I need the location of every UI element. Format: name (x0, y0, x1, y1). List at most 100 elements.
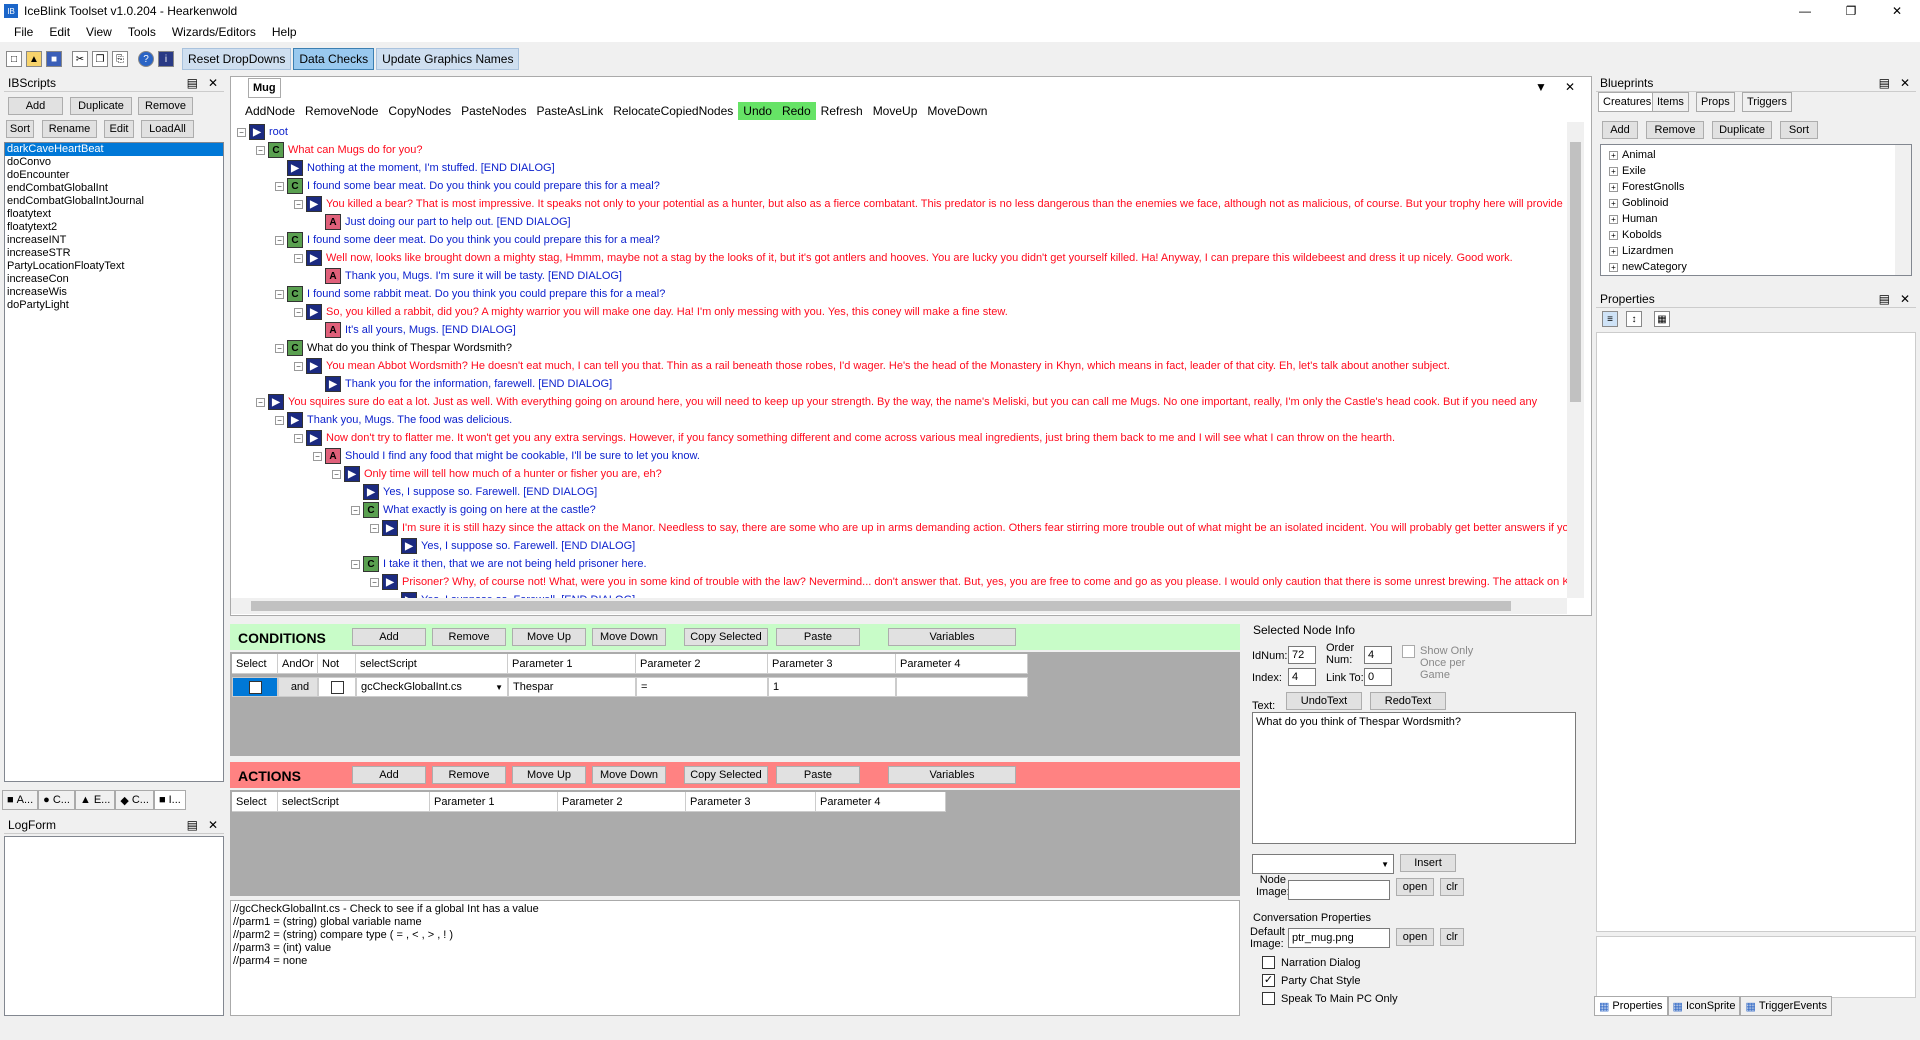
collapse-icon[interactable]: − (256, 397, 265, 407)
tree-node[interactable]: − ▶ So, you killed a rabbit, did you? A mi… (294, 303, 1008, 321)
script-duplicate-button[interactable]: Duplicate (70, 97, 132, 115)
script-add-button[interactable]: Add (8, 97, 63, 115)
close-icon[interactable]: ✕ (208, 818, 218, 832)
expand-icon[interactable]: + (1609, 215, 1618, 224)
tree-node[interactable]: − A Should I find any food that might be c… (313, 447, 700, 465)
default-image-open-button[interactable]: open (1396, 928, 1434, 946)
tree-node[interactable]: − ▶ You killed a bear? That is most impres… (294, 195, 1563, 213)
maximize-button[interactable]: ❐ (1828, 4, 1874, 18)
tree-node[interactable]: ▶ Nothing at the moment, I'm stuffed. [EN… (275, 159, 555, 177)
list-item[interactable]: floatytext2 (5, 221, 223, 234)
list-item[interactable]: increaseWis (5, 286, 223, 299)
cond-moveup-button[interactable]: Move Up (512, 628, 586, 646)
cond-row-andor[interactable]: and (278, 677, 318, 697)
blueprint-category[interactable]: + Lizardmen (1601, 243, 1911, 259)
collapse-icon[interactable]: − (275, 415, 284, 425)
menu-file[interactable]: File (6, 25, 41, 39)
tab-ibscripts[interactable]: ■ I... (153, 790, 186, 810)
add-node-button[interactable]: AddNode (240, 104, 300, 118)
dropdown-arrow-icon[interactable]: ▼ (1535, 80, 1547, 94)
collapse-icon[interactable]: − (275, 181, 284, 191)
expand-icon[interactable]: + (1609, 247, 1618, 256)
list-item[interactable]: doEncounter (5, 169, 223, 182)
blueprints-tree[interactable]: + Animal + Exile + ForestGnolls + Goblinoid + Hum… (1600, 144, 1912, 276)
pin-icon[interactable]: ▤ (1879, 76, 1890, 90)
log-area[interactable] (4, 836, 224, 1016)
cond-row-p1[interactable]: Thespar (508, 677, 636, 697)
tab-encounters[interactable]: ▲ E... (74, 790, 116, 810)
blueprints-scrollbar[interactable] (1895, 145, 1911, 275)
collapse-icon[interactable]: − (275, 235, 284, 245)
collapse-icon[interactable]: − (294, 307, 303, 317)
tree-node[interactable]: A It's all yours, Mugs. [END DIALOG] (313, 321, 516, 339)
act-add-button[interactable]: Add (352, 766, 426, 784)
expand-icon[interactable]: + (1609, 183, 1618, 192)
default-image-field[interactable]: ptr_mug.png (1288, 928, 1390, 948)
alphabetical-icon[interactable]: ↕ (1626, 311, 1642, 327)
categorized-icon[interactable]: ≡ (1602, 311, 1618, 327)
tab-convos[interactable]: ● C... (38, 790, 75, 810)
close-icon[interactable]: ✕ (1900, 76, 1910, 90)
collapse-icon[interactable]: − (351, 505, 360, 515)
close-icon[interactable]: ✕ (208, 76, 218, 90)
blueprint-category[interactable]: + ForestGnolls (1601, 179, 1911, 195)
narration-checkbox[interactable] (1262, 956, 1275, 969)
collapse-icon[interactable]: − (294, 199, 303, 209)
tree-node[interactable]: − C I found some rabbit meat. Do you think… (275, 285, 665, 303)
tree-node[interactable]: A Just doing our part to help out. [END D… (313, 213, 571, 231)
blueprint-category[interactable]: + Exile (1601, 163, 1911, 179)
collapse-icon[interactable]: − (370, 577, 379, 587)
property-pages-icon[interactable]: ▦ (1654, 311, 1670, 327)
tab-containers[interactable]: ◆ C... (115, 790, 154, 810)
redo-button[interactable]: Redo (776, 102, 816, 120)
list-item[interactable]: increaseCon (5, 273, 223, 286)
paste-icon[interactable]: ⎘ (112, 51, 128, 67)
blueprint-category[interactable]: + Goblinoid (1601, 195, 1911, 211)
undo-text-button[interactable]: UndoText (1286, 692, 1362, 710)
help-icon[interactable]: ? (138, 51, 154, 67)
speak-main-pc-checkbox[interactable] (1262, 992, 1275, 1005)
move-up-button[interactable]: MoveUp (868, 104, 923, 118)
remove-node-button[interactable]: RemoveNode (300, 104, 383, 118)
menu-view[interactable]: View (78, 25, 120, 39)
menu-edit[interactable]: Edit (41, 25, 78, 39)
save-icon[interactable]: ■ (46, 51, 62, 67)
redo-text-button[interactable]: RedoText (1370, 692, 1446, 710)
collapse-icon[interactable]: − (275, 343, 284, 353)
bp-remove-button[interactable]: Remove (1646, 121, 1704, 139)
tab-areas[interactable]: ■ A... (2, 790, 39, 810)
tree-node[interactable]: ▶ Thank you for the information, farewell… (313, 375, 612, 393)
insert-button[interactable]: Insert (1400, 854, 1456, 872)
expand-icon[interactable]: + (1609, 167, 1618, 176)
tab-items[interactable]: Items (1652, 92, 1689, 112)
node-image-clr-button[interactable]: clr (1440, 878, 1464, 896)
blueprint-category[interactable]: + Animal (1601, 147, 1911, 163)
new-file-icon[interactable]: □ (6, 51, 22, 67)
tree-node[interactable]: − C I take it then, that we are not being … (351, 555, 647, 573)
tab-mug[interactable]: Mug (248, 78, 281, 98)
tree-node[interactable]: − C What exactly is going on here at the c… (351, 501, 596, 519)
reset-dropdowns-button[interactable]: Reset DropDowns (182, 48, 292, 70)
tree-node[interactable]: − ▶ You squires sure do eat a lot. Just as… (256, 393, 1537, 411)
cond-remove-button[interactable]: Remove (432, 628, 506, 646)
idnum-field[interactable]: 72 (1288, 646, 1316, 664)
show-once-checkbox[interactable] (1402, 645, 1415, 658)
cut-icon[interactable]: ✂ (72, 51, 88, 67)
tab-props[interactable]: Props (1696, 92, 1735, 112)
collapse-icon[interactable]: − (294, 361, 303, 371)
minimize-button[interactable]: — (1782, 4, 1828, 18)
collapse-icon[interactable]: − (351, 559, 360, 569)
copy-nodes-button[interactable]: CopyNodes (383, 104, 456, 118)
tree-node[interactable]: ▶ Yes, I suppose so. Farewell. [END DIALO… (351, 483, 597, 501)
expand-icon[interactable]: + (1609, 199, 1618, 208)
tab-properties[interactable]: ▦ Properties (1594, 996, 1668, 1016)
close-doc-icon[interactable]: ✕ (1565, 80, 1575, 94)
not-checkbox[interactable] (331, 680, 344, 694)
cond-paste-button[interactable]: Paste (776, 628, 860, 646)
expand-icon[interactable]: + (1609, 231, 1618, 240)
tree-node[interactable]: − ▶ You mean Abbot Wordsmith? He doesn't e… (294, 357, 1450, 375)
menu-tools[interactable]: Tools (120, 25, 164, 39)
party-chat-checkbox[interactable]: ✓ (1262, 974, 1275, 987)
script-edit-button[interactable]: Edit (104, 120, 134, 138)
tree-node[interactable]: − ▶ Prisoner? Why, of course not! What, we… (370, 573, 1567, 591)
